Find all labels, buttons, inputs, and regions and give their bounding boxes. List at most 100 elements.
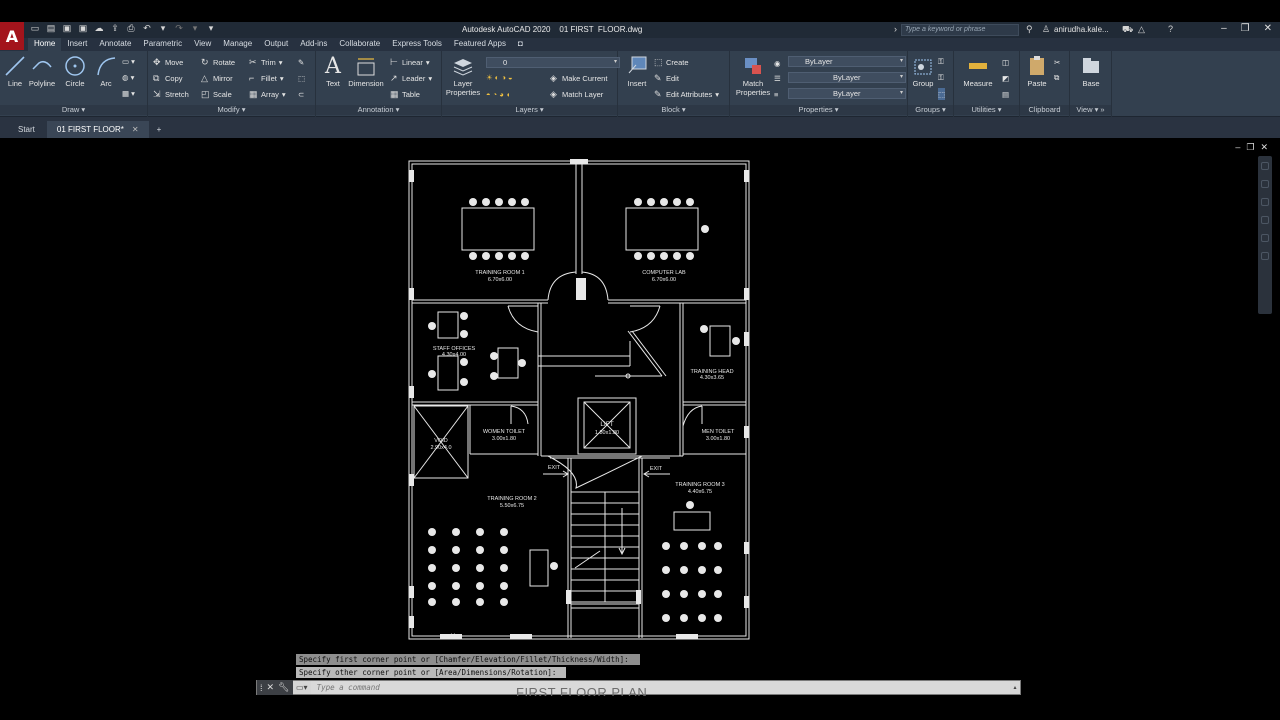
tab-add-ins[interactable]: Add-ins (294, 38, 333, 51)
orbit-icon[interactable] (1261, 216, 1269, 224)
id-point-icon[interactable]: ◫ (1002, 56, 1009, 68)
trim-button[interactable]: ✂ Trim ▾ (249, 56, 282, 68)
panel-label-draw[interactable]: Draw ▾ (0, 105, 147, 115)
quick-select-icon[interactable]: ◩ (1002, 72, 1009, 84)
table-button[interactable]: ▦ Table (390, 88, 420, 100)
edit-block-button[interactable]: ✎ Edit (654, 72, 679, 84)
tab-collaborate[interactable]: Collaborate (333, 38, 386, 51)
make-current-button[interactable]: ◈ Make Current (550, 72, 607, 84)
pan-icon[interactable] (1261, 180, 1269, 188)
ungroup-icon[interactable]: ⚿ (938, 56, 944, 68)
copy-button[interactable]: ⧉ Copy (153, 72, 183, 84)
cloud-icon[interactable]: ☁ (94, 23, 104, 33)
undo-icon[interactable]: ↶ (142, 23, 152, 33)
save-icon[interactable]: ▣ (62, 23, 72, 33)
application-menu-button[interactable]: A (0, 22, 24, 50)
offset-icon[interactable]: ⊂ (298, 88, 304, 100)
viewport-minimize-icon[interactable]: – (1235, 142, 1240, 153)
erase-icon[interactable]: ✎ (298, 56, 304, 68)
viewport-restore-icon[interactable]: ❐ (1246, 142, 1254, 153)
open-icon[interactable]: ▤ (46, 23, 56, 33)
panel-label-modify[interactable]: Modify ▾ (148, 105, 315, 115)
dimension-button[interactable]: Dimension (346, 55, 386, 88)
copy-clip-icon[interactable]: ⧉ (1054, 72, 1059, 84)
insert-button[interactable]: Insert (622, 55, 652, 88)
paste-button[interactable]: Paste (1022, 55, 1052, 88)
panel-label-layers[interactable]: Layers ▾ (442, 105, 617, 115)
dropdown-icon[interactable]: ▾ (158, 23, 168, 33)
match-properties-button[interactable]: Match Properties (734, 55, 772, 97)
rotate-button[interactable]: ↻ Rotate (201, 56, 235, 68)
binoculars-icon[interactable]: ⚲ (1026, 24, 1033, 35)
cart-icon[interactable]: ⛟ (1122, 24, 1133, 36)
lineweight-dropdown[interactable]: ByLayer ▾ (788, 72, 906, 83)
calculator-icon[interactable]: ▤ (1002, 88, 1009, 100)
tab-view[interactable]: View (188, 38, 217, 51)
fillet-button[interactable]: ⌐ Fillet ▾ (249, 72, 284, 84)
base-button[interactable]: Base (1076, 55, 1106, 88)
tab-start[interactable]: Start (8, 121, 45, 138)
nav-extra-icon[interactable] (1261, 252, 1269, 260)
dropdown-icon[interactable]: ▾ (190, 23, 200, 33)
edit-attributes-button[interactable]: ✎ Edit Attributes ▾ (654, 88, 719, 100)
user-name[interactable]: anirudha.kale... (1054, 25, 1109, 34)
command-input[interactable] (310, 681, 1010, 694)
tab-manage[interactable]: Manage (217, 38, 258, 51)
tab-insert[interactable]: Insert (61, 38, 93, 51)
command-history-toggle-icon[interactable]: ▴ (1010, 684, 1020, 691)
panel-label-block[interactable]: Block ▾ (618, 105, 729, 115)
linear-button[interactable]: ⊢ Linear ▾ (390, 56, 430, 68)
layer-dropdown[interactable]: 0 ▾ (486, 57, 620, 68)
expand-icon[interactable]: › (894, 24, 897, 34)
tab-parametric[interactable]: Parametric (137, 38, 188, 51)
tab-featured-apps[interactable]: Featured Apps (448, 38, 512, 51)
linetype-dropdown[interactable]: ByLayer ▾ (788, 88, 906, 99)
lineweight-icon[interactable]: ☰ (774, 72, 781, 84)
customize-qat-icon[interactable]: ▾ (206, 23, 216, 33)
panel-label-view[interactable]: View ▾ » (1070, 105, 1111, 115)
measure-button[interactable]: Measure (958, 55, 998, 88)
array-button[interactable]: ▦ Array ▾ (249, 88, 286, 100)
leader-button[interactable]: ↗ Leader ▾ (390, 72, 432, 84)
tab-annotate[interactable]: Annotate (93, 38, 137, 51)
panel-label-annotation[interactable]: Annotation ▾ (316, 105, 441, 115)
create-block-button[interactable]: ⬚ Create (654, 56, 689, 68)
search-input[interactable]: Type a keyword or phrase (901, 24, 1019, 36)
zoom-icon[interactable] (1261, 198, 1269, 206)
grip-icon[interactable]: ⁞ (260, 683, 263, 693)
steering-wheel-icon[interactable] (1261, 162, 1269, 170)
rectangle-icon[interactable]: ▭ ▾ (122, 55, 135, 67)
table-icon[interactable]: ▦ ▾ (122, 87, 135, 99)
close-tab-icon[interactable]: ✕ (132, 125, 139, 134)
minimize-icon[interactable]: – (1221, 23, 1227, 34)
plot-icon[interactable]: ⎙ (126, 23, 136, 33)
mirror-button[interactable]: △ Mirror (201, 72, 233, 84)
tab-express-tools[interactable]: Express Tools (386, 38, 448, 51)
new-tab-button[interactable]: + (151, 121, 168, 138)
customize-wrench-icon[interactable]: 🔧︎ (278, 682, 289, 693)
panel-label-clipboard[interactable]: Clipboard (1020, 105, 1069, 115)
layer-tools-2-icon[interactable]: ◓ ◔ ◕ ◖ (486, 88, 510, 100)
close-command-icon[interactable]: ✕ (267, 682, 275, 693)
group-selection-icon[interactable]: ⬚ (938, 88, 946, 100)
close-icon[interactable]: ✕ (1264, 23, 1272, 34)
explode-icon[interactable]: ⬚ (298, 72, 305, 84)
stretch-button[interactable]: ⇲ Stretch (153, 88, 189, 100)
arc-button[interactable]: Arc (91, 55, 121, 88)
color-dropdown[interactable]: ByLayer ▾ (788, 56, 906, 67)
tab-drawing-file[interactable]: 01 FIRST FLOOR* ✕ (46, 121, 149, 138)
viewport-close-icon[interactable]: ✕ (1260, 142, 1268, 153)
scale-button[interactable]: ◰ Scale (201, 88, 232, 100)
group-button[interactable]: Group (908, 55, 938, 88)
color-wheel-icon[interactable]: ◉ (774, 57, 781, 69)
panel-label-utilities[interactable]: Utilities ▾ (954, 105, 1019, 115)
cut-icon[interactable]: ✂ (1054, 56, 1060, 68)
panel-label-properties[interactable]: Properties ▾ (730, 105, 907, 115)
linetype-icon[interactable]: ≡ (774, 88, 778, 100)
ribbon-toggle-icon[interactable]: ◘ (512, 38, 529, 51)
save-as-icon[interactable]: ▣ (78, 23, 88, 33)
group-edit-icon[interactable]: ⚿ (938, 72, 944, 84)
restore-icon[interactable]: ❐ (1241, 23, 1250, 34)
text-button[interactable]: A Text (318, 54, 348, 89)
new-icon[interactable]: ▭ (30, 23, 40, 33)
